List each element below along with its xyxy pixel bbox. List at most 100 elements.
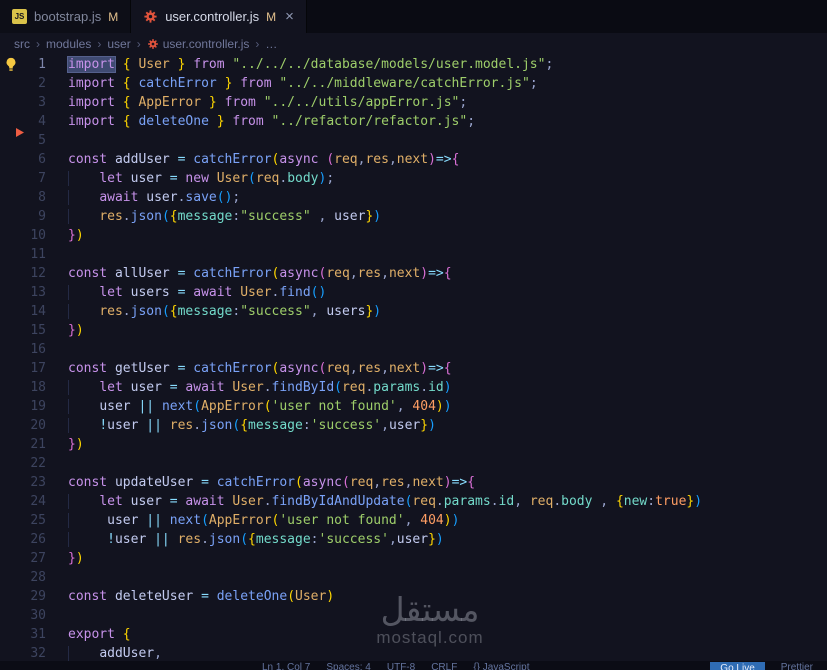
code-line[interactable]: 18 let user = await User.findById(req.pa… — [0, 378, 827, 397]
code-text: }) — [68, 551, 84, 566]
tab-bootstrap-js[interactable]: JS bootstrap.js M — [0, 0, 132, 33]
breadcrumb-item-src[interactable]: src — [14, 37, 30, 51]
line-number[interactable]: 31 — [0, 625, 46, 644]
line-number[interactable]: 16 — [0, 340, 46, 359]
code-line[interactable]: 32 addUser, — [0, 644, 827, 661]
breadcrumb-separator: › — [36, 37, 40, 51]
line-number[interactable]: 12 — [0, 264, 46, 283]
line-number[interactable]: 30 — [0, 606, 46, 625]
line-number[interactable]: 27 — [0, 549, 46, 568]
code-line[interactable]: 23 const updateUser = catchError(async(re… — [0, 473, 827, 492]
tab-label: bootstrap.js — [34, 9, 102, 24]
gutter-marker-icon[interactable] — [15, 125, 25, 144]
code-line[interactable]: 1 import { User } from "../../../database… — [0, 55, 827, 74]
breadcrumb-item-user[interactable]: user — [107, 37, 130, 51]
breadcrumb-item-modules[interactable]: modules — [46, 37, 91, 51]
code-line[interactable]: 19 user || next(AppError('user not found… — [0, 397, 827, 416]
code-line[interactable]: 7 let user = new User(req.body); — [0, 169, 827, 188]
code-text: user || next(AppError('user not found', … — [46, 397, 451, 416]
code-line[interactable]: 29 const deleteUser = deleteOne(User) — [0, 587, 827, 606]
code-line[interactable]: 24 let user = await User.findByIdAndUpda… — [0, 492, 827, 511]
controller-gear-icon — [147, 38, 159, 50]
line-number[interactable]: 21 — [0, 435, 46, 454]
line-number[interactable]: 23 — [0, 473, 46, 492]
code-line[interactable]: 16 — [0, 340, 827, 359]
line-number[interactable]: 17 — [0, 359, 46, 378]
code-line[interactable]: 20 !user || res.json({message:'success',… — [0, 416, 827, 435]
code-line[interactable]: 5 — [0, 131, 827, 150]
code-area[interactable]: 1 import { User } from "../../../database… — [0, 55, 827, 661]
breadcrumb-separator: › — [136, 37, 141, 51]
lightbulb-quickfix-icon[interactable] — [4, 57, 18, 78]
modified-badge: M — [266, 9, 277, 24]
controller-gear-icon — [143, 9, 158, 24]
code-line[interactable]: 4 import { deleteOne } from "../refactor/… — [0, 112, 827, 131]
code-line[interactable]: 25 user || next(AppError('user not found… — [0, 511, 827, 530]
line-number[interactable]: 28 — [0, 568, 46, 587]
line-number[interactable]: 22 — [0, 454, 46, 473]
line-number[interactable]: 24 — [0, 492, 46, 511]
code-line[interactable]: 21}) — [0, 435, 827, 454]
editor[interactable]: 1 import { User } from "../../../database… — [0, 55, 827, 661]
code-line[interactable]: 6 const addUser = catchError(async (req,r… — [0, 150, 827, 169]
code-line[interactable]: 26 !user || res.json({message:'success',… — [0, 530, 827, 549]
code-text: res.json({message:"success", users}) — [46, 302, 381, 321]
line-number[interactable]: 19 — [0, 397, 46, 416]
line-number[interactable]: 20 — [0, 416, 46, 435]
code-text: !user || res.json({message:'success',use… — [46, 416, 436, 435]
code-line[interactable]: 31 export { — [0, 625, 827, 644]
code-line[interactable]: 22 — [0, 454, 827, 473]
cursor-position-status[interactable]: Ln 1, Col 7 — [262, 662, 310, 670]
line-number[interactable]: 9 — [0, 207, 46, 226]
line-number[interactable]: 13 — [0, 283, 46, 302]
line-number[interactable]: 11 — [0, 245, 46, 264]
tab-user-controller-js[interactable]: user.controller.js M × — [131, 0, 307, 33]
breadcrumb-item-filename[interactable]: user.controller.js — [147, 37, 250, 51]
line-number[interactable]: 18 — [0, 378, 46, 397]
code-line[interactable]: 8 await user.save(); — [0, 188, 827, 207]
code-line[interactable]: 11 — [0, 245, 827, 264]
line-number[interactable]: 32 — [0, 644, 46, 661]
line-number[interactable]: 10 — [0, 226, 46, 245]
close-tab-icon[interactable]: × — [285, 9, 294, 24]
line-number[interactable]: 7 — [0, 169, 46, 188]
code-text: await user.save(); — [46, 188, 240, 207]
code-line[interactable]: 12 const allUser = catchError(async(req,r… — [0, 264, 827, 283]
code-text: import { User } from "../../../database/… — [68, 57, 554, 72]
status-bar: Ln 1, Col 7 Spaces: 4 UTF-8 CRLF {} Java… — [0, 661, 827, 670]
indentation-status[interactable]: Spaces: 4 — [326, 662, 370, 670]
code-line[interactable]: 2 import { catchError } from "../../middl… — [0, 74, 827, 93]
line-number[interactable]: 15 — [0, 321, 46, 340]
line-number[interactable]: 3 — [0, 93, 46, 112]
code-text: }) — [68, 437, 84, 452]
line-number[interactable]: 8 — [0, 188, 46, 207]
breadcrumb-filename-label: user.controller.js — [162, 37, 250, 51]
line-number[interactable]: 14 — [0, 302, 46, 321]
line-number[interactable]: 26 — [0, 530, 46, 549]
encoding-status[interactable]: UTF-8 — [387, 662, 415, 670]
code-line[interactable]: 15}) — [0, 321, 827, 340]
code-line[interactable]: 27}) — [0, 549, 827, 568]
code-text: import { deleteOne } from "../refactor/r… — [68, 114, 476, 129]
go-live-button[interactable]: Go Live — [710, 662, 765, 670]
breadcrumb-symbol-ellipsis[interactable]: … — [265, 37, 277, 51]
prettier-status[interactable]: Prettier — [781, 662, 813, 670]
eol-status[interactable]: CRLF — [431, 662, 457, 670]
line-number[interactable]: 29 — [0, 587, 46, 606]
code-line[interactable]: 28 — [0, 568, 827, 587]
line-number[interactable]: 6 — [0, 150, 46, 169]
code-line[interactable]: 17 const getUser = catchError(async(req,r… — [0, 359, 827, 378]
code-line[interactable]: 30 — [0, 606, 827, 625]
code-line[interactable]: 10}) — [0, 226, 827, 245]
code-text: const addUser = catchError(async (req,re… — [68, 152, 460, 167]
code-line[interactable]: 14 res.json({message:"success", users}) — [0, 302, 827, 321]
language-mode-status[interactable]: {} JavaScript — [473, 662, 529, 670]
code-line[interactable]: 3 import { AppError } from "../../utils/a… — [0, 93, 827, 112]
code-line[interactable]: 9 res.json({message:"success" , user}) — [0, 207, 827, 226]
code-line[interactable]: 13 let users = await User.find() — [0, 283, 827, 302]
vscode-window: JS bootstrap.js M user.controller.js M ×… — [0, 0, 827, 670]
line-number[interactable]: 25 — [0, 511, 46, 530]
code-text: let user = new User(req.body); — [46, 169, 334, 188]
